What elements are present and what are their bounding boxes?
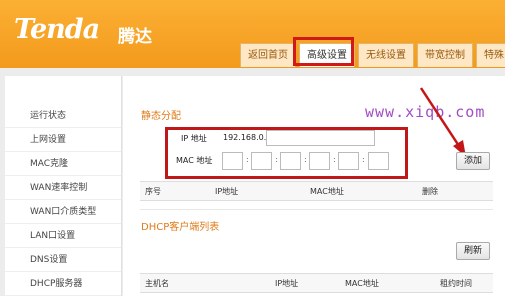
tab-wireless-settings[interactable]: 无线设置 <box>358 43 414 67</box>
ip-address-label: IP 地址 <box>181 134 207 143</box>
mac-separator: : <box>333 155 336 164</box>
mac-octet-2-input[interactable] <box>251 152 272 170</box>
tab-bandwidth-control[interactable]: 带宽控制 <box>417 43 473 67</box>
mac-octet-5-input[interactable] <box>338 152 359 170</box>
header-bar: Tenda 腾达 返回首页 高级设置 无线设置 带宽控制 特殊 <box>0 0 505 68</box>
mac-octet-3-input[interactable] <box>280 152 301 170</box>
column-header-index: 序号 <box>145 187 161 196</box>
main-panel: 静态分配 www.xiqb.com IP 地址 192.168.0. MAC 地… <box>123 76 505 296</box>
refresh-button[interactable]: 刷新 <box>456 242 490 260</box>
column-header-ip: IP地址 <box>215 187 239 196</box>
ip-prefix-text: 192.168.0. <box>223 133 267 142</box>
sidebar-item-lan-settings[interactable]: LAN口设置 <box>5 224 121 248</box>
mac-separator: : <box>246 155 249 164</box>
sidebar-item-wan-speed[interactable]: WAN速率控制 <box>5 176 121 200</box>
mac-separator: : <box>304 155 307 164</box>
static-assignment-title: 静态分配 <box>141 111 181 122</box>
column-header-delete: 删除 <box>422 187 438 196</box>
sidebar-item-wan-media-type[interactable]: WAN口介质类型 <box>5 200 121 224</box>
ip-address-input[interactable] <box>266 130 375 146</box>
sidebar-item-mac-clone[interactable]: MAC克隆 <box>5 152 121 176</box>
tenda-logo-cn: 腾达 <box>118 27 152 47</box>
mac-separator: : <box>362 155 365 164</box>
mac-octet-6-input[interactable] <box>368 152 389 170</box>
section-divider <box>140 209 493 210</box>
sidebar-item-internet-settings[interactable]: 上网设置 <box>5 128 121 152</box>
sidebar-item-dns-settings[interactable]: DNS设置 <box>5 248 121 272</box>
tab-special[interactable]: 特殊 <box>476 43 505 67</box>
mac-octet-4-input[interactable] <box>309 152 330 170</box>
dhcp-table-header: 主机名 IP地址 MAC地址 租约时间 <box>140 273 493 293</box>
column-header-mac: MAC地址 <box>310 187 344 196</box>
static-table-header: 序号 IP地址 MAC地址 删除 <box>140 181 493 201</box>
sidebar: 运行状态 上网设置 MAC克隆 WAN速率控制 WAN口介质类型 LAN口设置 … <box>5 76 122 296</box>
tab-highlight-annotation <box>293 37 354 66</box>
add-button[interactable]: 添加 <box>456 152 490 170</box>
dhcp-client-list-title: DHCP客户端列表 <box>141 222 220 233</box>
mac-separator: : <box>275 155 278 164</box>
tab-home[interactable]: 返回首页 <box>240 43 296 67</box>
top-nav-tabs: 返回首页 高级设置 无线设置 带宽控制 特殊 <box>240 43 505 68</box>
mac-octet-1-input[interactable] <box>222 152 243 170</box>
sidebar-item-status[interactable]: 运行状态 <box>5 104 121 128</box>
tenda-logo: Tenda <box>14 14 100 45</box>
mac-address-label: MAC 地址 <box>176 156 213 165</box>
sidebar-item-dhcp-server[interactable]: DHCP服务器 <box>5 272 121 296</box>
